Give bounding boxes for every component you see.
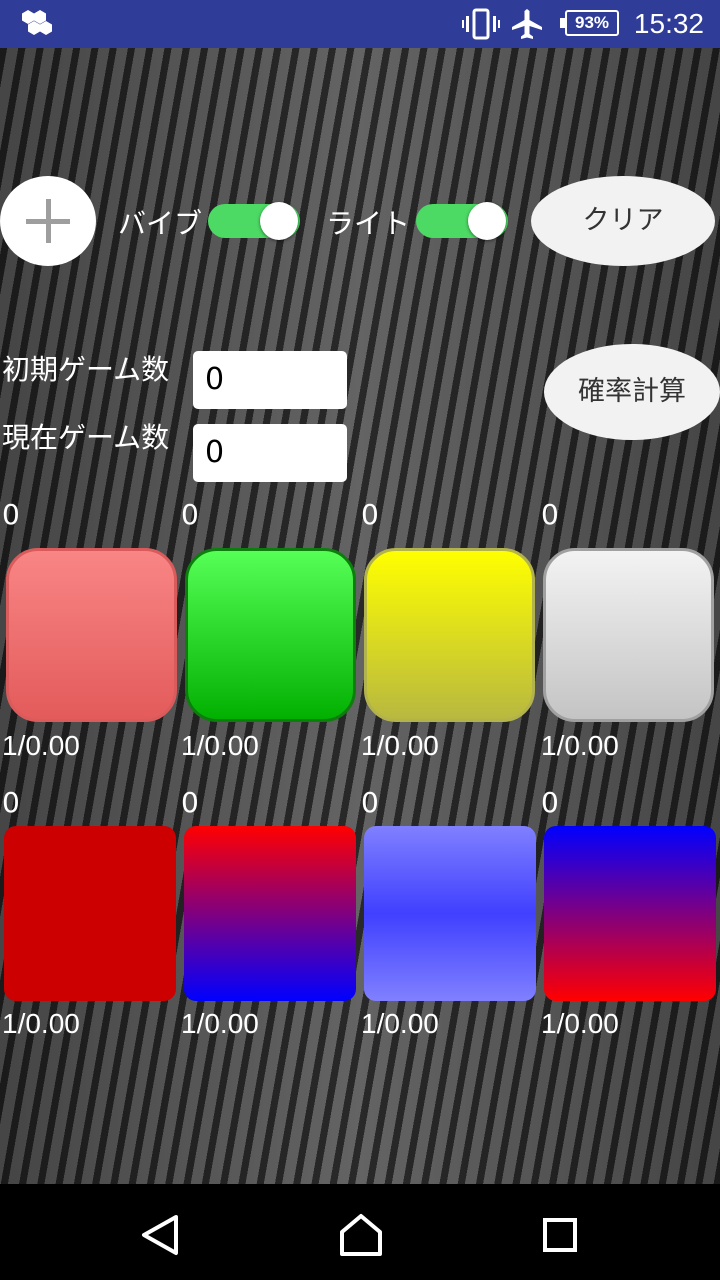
- vibrate-icon: [462, 8, 500, 40]
- counter-count: 0: [361, 786, 379, 819]
- counter-button-red[interactable]: [4, 826, 176, 1001]
- counter-button-blue-red[interactable]: [544, 826, 716, 1001]
- navigation-bar: [0, 1184, 720, 1280]
- counter-ratio: 1/0.00: [181, 1008, 259, 1039]
- counter-button-white[interactable]: [543, 548, 714, 722]
- counter-ratio: 1/0.00: [541, 730, 619, 761]
- counter-ratio: 1/0.00: [541, 1008, 619, 1039]
- calc-probability-button[interactable]: 確率計算: [544, 344, 720, 440]
- counter-ratio: 1/0.00: [361, 1008, 439, 1039]
- counter-ratio: 1/0.00: [2, 730, 80, 761]
- current-games-input[interactable]: 0: [193, 424, 347, 482]
- initial-games-input[interactable]: 0: [193, 351, 347, 409]
- add-button[interactable]: [0, 176, 96, 266]
- light-toggle-knob: [468, 202, 506, 240]
- home-icon[interactable]: [338, 1212, 384, 1258]
- current-games-label: 現在ゲーム数: [2, 421, 170, 454]
- vibe-label: バイブ: [118, 207, 203, 240]
- initial-games-label: 初期ゲーム数: [2, 353, 170, 386]
- airplane-icon: [512, 9, 542, 39]
- clear-button[interactable]: クリア: [531, 176, 715, 266]
- recents-icon[interactable]: [542, 1217, 578, 1253]
- counter-ratio: 1/0.00: [181, 730, 259, 761]
- vibe-toggle-knob: [260, 202, 298, 240]
- counter-count: 0: [361, 498, 379, 531]
- counter-ratio: 1/0.00: [361, 730, 439, 761]
- counter-count: 0: [541, 498, 559, 531]
- counter-count: 0: [181, 498, 199, 531]
- light-toggle[interactable]: [416, 202, 508, 240]
- light-label: ライト: [326, 207, 411, 240]
- counter-count: 0: [181, 786, 199, 819]
- battery-level: 93%: [574, 13, 610, 32]
- status-bar: 93% 15:32: [0, 0, 720, 48]
- vibe-toggle[interactable]: [208, 202, 300, 240]
- counter-count: 0: [541, 786, 559, 819]
- counter-button-blue[interactable]: [364, 826, 536, 1001]
- back-icon[interactable]: [140, 1214, 180, 1256]
- battery-icon: 93%: [565, 10, 619, 36]
- clock: 15:32: [633, 8, 704, 39]
- counter-count: 0: [2, 786, 20, 819]
- counter-count: 0: [2, 498, 20, 531]
- main-area: バイブ ライト クリア 初期ゲーム数 0 現在ゲーム数 0 確率計算 0 0 0…: [0, 48, 720, 1184]
- counter-button-pink[interactable]: [6, 548, 177, 722]
- counter-button-yellow[interactable]: [364, 548, 535, 722]
- counter-ratio: 1/0.00: [2, 1008, 80, 1039]
- app-icon: [22, 10, 52, 35]
- counter-button-red-blue[interactable]: [184, 826, 356, 1001]
- counter-button-green[interactable]: [185, 548, 356, 722]
